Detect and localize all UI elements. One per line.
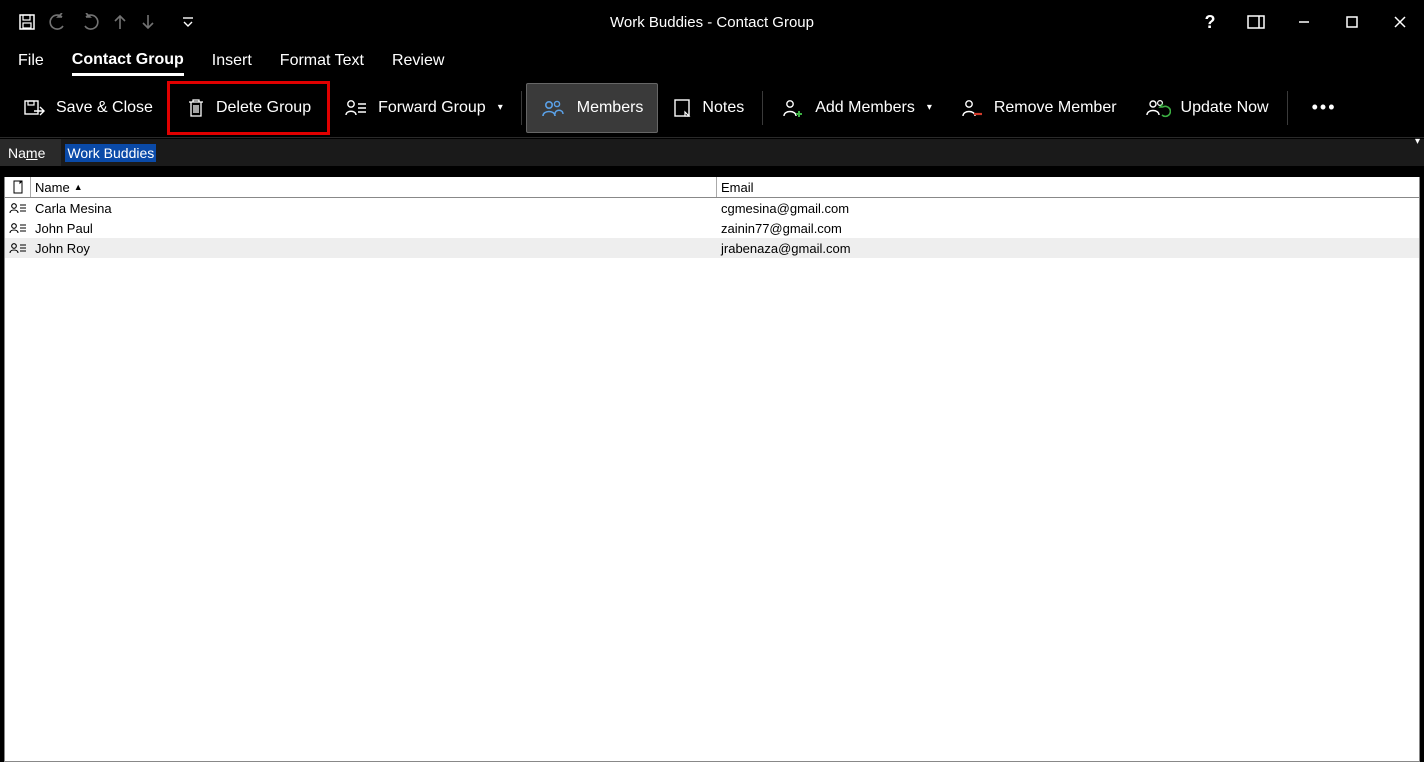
ribbon: Save & Close Delete Group Forward Group … [0, 78, 1424, 138]
chevron-down-icon: ▾ [498, 102, 503, 113]
separator [762, 91, 763, 125]
name-input-value: Work Buddies [65, 144, 156, 162]
update-now-label: Update Now [1181, 99, 1269, 117]
update-now-icon [1145, 97, 1171, 119]
name-label: Name [0, 145, 61, 161]
cell-name: Carla Mesina [31, 201, 717, 216]
delete-group-highlight: Delete Group [167, 81, 330, 135]
cell-email: cgmesina@gmail.com [717, 201, 1419, 216]
minimize-button[interactable] [1280, 2, 1328, 42]
collapse-ribbon-icon[interactable]: ▾ [1415, 136, 1420, 147]
tab-insert[interactable]: Insert [212, 48, 252, 74]
contact-icon [5, 241, 31, 255]
chevron-down-icon: ▾ [927, 102, 932, 113]
ribbon-tabs: File Contact Group Insert Format Text Re… [0, 44, 1424, 78]
table-row[interactable]: Carla Mesina cgmesina@gmail.com [5, 198, 1419, 218]
name-input[interactable]: Work Buddies [61, 139, 1424, 166]
more-commands-button[interactable]: ••• [1292, 97, 1357, 118]
arrow-down-icon[interactable] [140, 13, 156, 31]
members-button[interactable]: Members [526, 83, 659, 133]
add-members-icon [781, 97, 805, 119]
help-button[interactable]: ? [1188, 2, 1232, 42]
name-bar: Name Work Buddies [0, 138, 1424, 166]
cell-email: zainin77@gmail.com [717, 221, 1419, 236]
remove-member-label: Remove Member [994, 99, 1117, 117]
delete-group-button[interactable]: Delete Group [180, 83, 317, 133]
column-header-email[interactable]: Email [717, 177, 1419, 197]
save-icon[interactable] [18, 13, 36, 31]
ribbon-options-button[interactable] [1232, 2, 1280, 42]
save-close-icon [24, 97, 46, 119]
forward-group-button[interactable]: Forward Group ▾ [330, 83, 517, 133]
cell-name: John Paul [31, 221, 717, 236]
forward-group-icon [344, 98, 368, 118]
notes-button[interactable]: Notes [658, 83, 758, 133]
separator [1287, 91, 1288, 125]
contact-icon [5, 201, 31, 215]
undo-icon[interactable] [48, 13, 68, 31]
add-members-label: Add Members [815, 99, 915, 117]
tab-contact-group[interactable]: Contact Group [72, 47, 184, 76]
cell-name: John Roy [31, 241, 717, 256]
update-now-button[interactable]: Update Now [1131, 83, 1283, 133]
redo-icon[interactable] [80, 13, 100, 31]
cell-email: jrabenaza@gmail.com [717, 241, 1419, 256]
trash-icon [186, 97, 206, 119]
forward-group-label: Forward Group [378, 99, 486, 117]
notes-label: Notes [702, 99, 744, 117]
table-row[interactable]: John Roy jrabenaza@gmail.com [5, 238, 1419, 258]
separator [521, 91, 522, 125]
sort-asc-icon: ▲ [74, 182, 83, 192]
maximize-button[interactable] [1328, 2, 1376, 42]
close-button[interactable] [1376, 2, 1424, 42]
table-row[interactable]: John Paul zainin77@gmail.com [5, 218, 1419, 238]
quick-access-toolbar [18, 13, 194, 31]
title-bar: Work Buddies - Contact Group ? [0, 0, 1424, 44]
members-label: Members [577, 99, 644, 117]
save-close-label: Save & Close [56, 99, 153, 117]
arrow-up-icon[interactable] [112, 13, 128, 31]
members-icon [541, 98, 567, 118]
members-grid: Name ▲ Email Carla Mesina cgmesina@gmail… [4, 177, 1420, 762]
tab-review[interactable]: Review [392, 48, 444, 74]
qat-customize-icon[interactable] [182, 16, 194, 28]
contact-icon [5, 221, 31, 235]
notes-icon [672, 98, 692, 118]
delete-group-label: Delete Group [216, 99, 311, 117]
tab-format-text[interactable]: Format Text [280, 48, 364, 74]
remove-member-button[interactable]: Remove Member [946, 83, 1131, 133]
column-header-name[interactable]: Name ▲ [31, 177, 717, 197]
add-members-button[interactable]: Add Members ▾ [767, 83, 946, 133]
save-close-button[interactable]: Save & Close [10, 83, 167, 133]
tab-file[interactable]: File [18, 48, 44, 74]
remove-member-icon [960, 97, 984, 119]
grid-header: Name ▲ Email [5, 177, 1419, 198]
attachment-column-icon[interactable] [5, 177, 31, 197]
